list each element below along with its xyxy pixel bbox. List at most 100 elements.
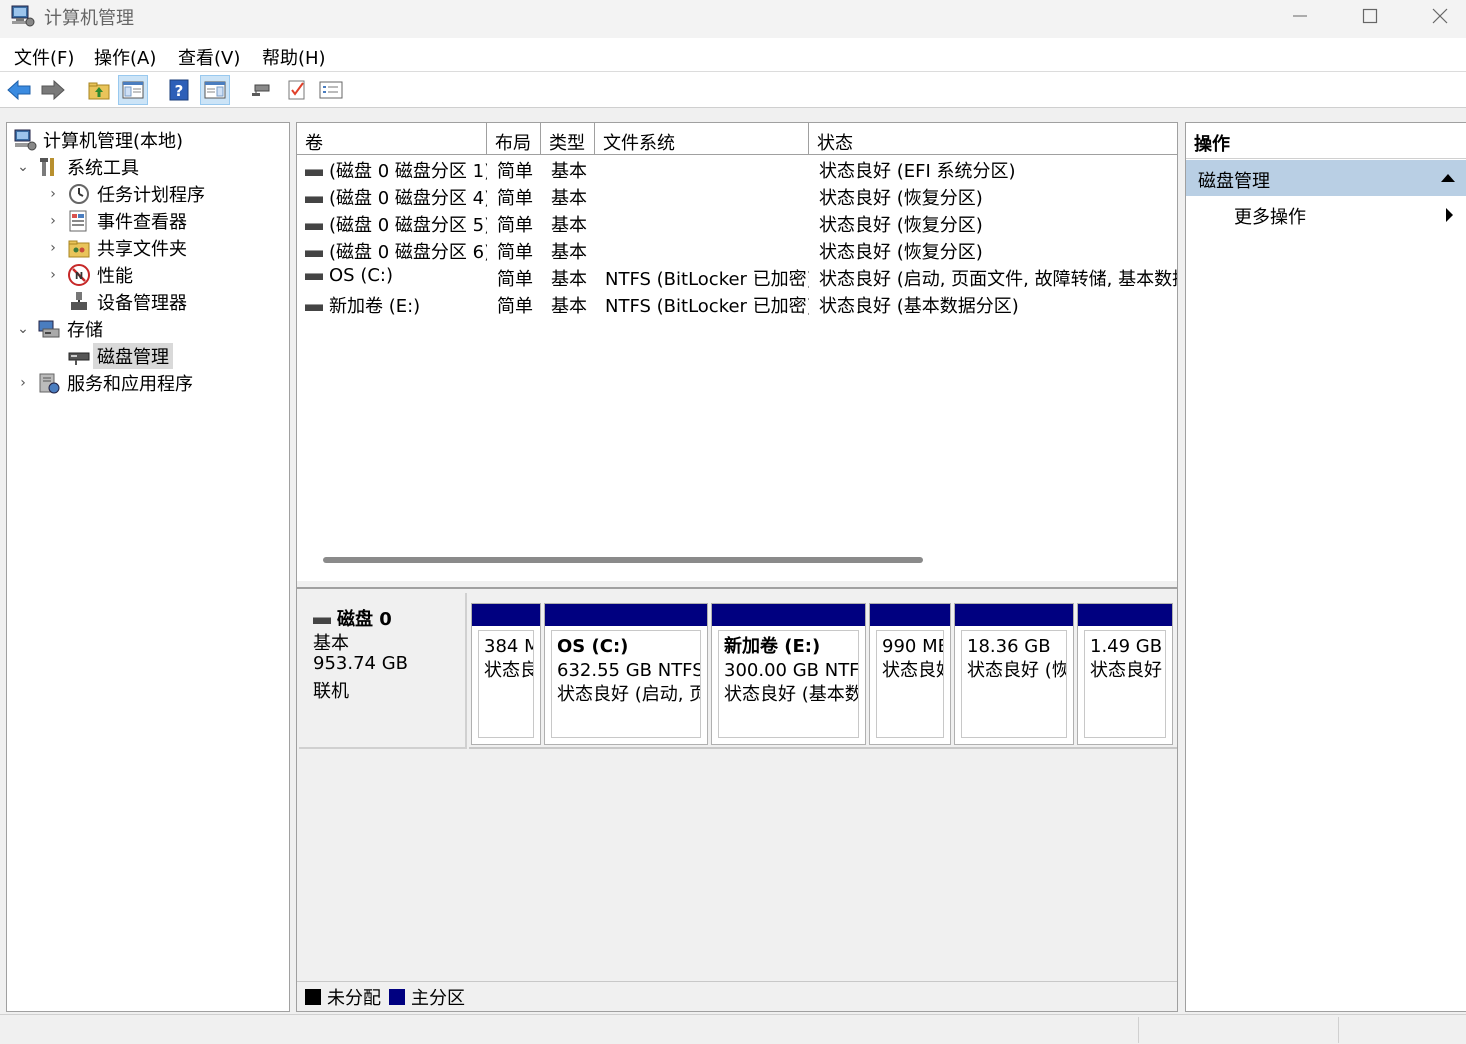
volume-status: 状态良好 (恢复分区) — [819, 242, 983, 263]
menu-help[interactable]: 帮助(H) — [262, 44, 326, 70]
tree-item-computer-management[interactable]: 计算机管理(本地) — [13, 126, 183, 153]
caret-right-icon — [1446, 208, 1453, 222]
column-header-filesystem[interactable]: 文件系统 — [595, 123, 809, 155]
chevron-right-icon[interactable]: › — [45, 240, 61, 256]
actions-pane: 操作 磁盘管理 更多操作 — [1185, 122, 1466, 1012]
properties-check-icon — [288, 80, 305, 100]
more-actions-label: 更多操作 — [1234, 207, 1306, 228]
volume-name: OS (C:) — [329, 265, 393, 286]
more-actions-item[interactable]: 更多操作 — [1186, 199, 1466, 231]
disk-icon — [305, 168, 323, 176]
partition-recovery-3[interactable]: 1.49 GB 状态良好 — [1077, 603, 1173, 745]
volume-type: 基本 — [551, 188, 587, 209]
performance-icon: N — [68, 263, 90, 286]
partition-status: 状态良好 — [484, 660, 533, 681]
partition-recovery-1[interactable]: 990 MB 状态良好 — [869, 603, 951, 745]
minimize-button[interactable] — [1265, 0, 1335, 32]
table-row[interactable]: (磁盘 0 磁盘分区 1) 简单 基本 状态良好 (EFI 系统分区) — [297, 156, 1177, 183]
tree-item-label: 性能 — [97, 265, 133, 287]
partition-size: 18.36 GB — [967, 636, 1051, 657]
table-row[interactable]: (磁盘 0 磁盘分区 6) 简单 基本 状态良好 (恢复分区) — [297, 237, 1177, 264]
disk-info[interactable]: 磁盘 0 基本 953.74 GB 联机 — [299, 593, 467, 749]
close-icon — [1432, 8, 1448, 24]
tree-item-event-viewer[interactable]: › 事件查看器 — [45, 207, 187, 234]
partition-new-volume-e[interactable]: 新加卷 (E:) 300.00 GB NTFS 状态良好 (基本数 — [711, 603, 866, 745]
tree-item-services-apps[interactable]: › 服务和应用程序 — [15, 369, 193, 396]
partition-status: 状态良好 (启动, 页 — [557, 684, 701, 705]
tree-item-task-scheduler[interactable]: › 任务计划程序 — [45, 180, 205, 207]
close-button[interactable] — [1405, 0, 1466, 32]
volume-status: 状态良好 (启动, 页面文件, 故障转储, 基本数据 — [819, 269, 1177, 290]
table-row[interactable]: OS (C:) 简单 基本 NTFS (BitLocker 已加密) 状态良好 … — [297, 264, 1177, 291]
navigation-tree: 计算机管理(本地) ⌄ 系统工具 › 任务计划程序 › 事件查看器 › 共享文件… — [6, 122, 290, 1012]
chevron-right-icon[interactable]: › — [15, 375, 31, 391]
disk-icon — [305, 303, 323, 311]
actions-section-disk-management[interactable]: 磁盘管理 — [1186, 160, 1466, 196]
show-hide-tree-button[interactable] — [118, 75, 148, 105]
chevron-down-icon[interactable]: ⌄ — [15, 321, 31, 337]
volume-type: 基本 — [551, 242, 587, 263]
tree-item-performance[interactable]: › N 性能 — [45, 261, 133, 288]
column-header-volume[interactable]: 卷 — [297, 123, 487, 155]
tree-item-label: 共享文件夹 — [97, 238, 187, 260]
chevron-right-icon[interactable]: › — [45, 267, 61, 283]
caret-up-icon[interactable] — [1441, 174, 1455, 182]
connect-button[interactable] — [246, 75, 276, 105]
chevron-down-icon[interactable]: ⌄ — [15, 159, 31, 175]
table-row[interactable]: (磁盘 0 磁盘分区 5) 简单 基本 状态良好 (恢复分区) — [297, 210, 1177, 237]
up-button[interactable] — [84, 75, 114, 105]
tree-item-disk-management[interactable]: 磁盘管理 — [67, 342, 173, 369]
menu-file[interactable]: 文件(F) — [14, 44, 74, 70]
volume-name: (磁盘 0 磁盘分区 4) — [329, 188, 487, 209]
properties-button[interactable] — [282, 75, 312, 105]
menu-view[interactable]: 查看(V) — [178, 44, 240, 70]
volume-name: (磁盘 0 磁盘分区 1) — [329, 161, 487, 182]
partition-legend: 未分配 主分区 — [297, 981, 1177, 1011]
volume-type: 基本 — [551, 296, 587, 317]
horizontal-scrollbar[interactable] — [323, 557, 923, 563]
disk-name: 磁盘 0 — [337, 609, 392, 630]
svg-text:N: N — [75, 271, 83, 282]
partition-status: 状态良好 (恢 — [967, 660, 1067, 681]
actions-header: 操作 — [1186, 123, 1466, 159]
volume-type: 基本 — [551, 161, 587, 182]
menu-action[interactable]: 操作(A) — [94, 44, 156, 70]
title-bar: 计算机管理 — [0, 0, 1466, 38]
partition-os-c[interactable]: OS (C:) 632.55 GB NTFS ( 状态良好 (启动, 页 — [544, 603, 708, 745]
partition-efi[interactable]: 384 MB 状态良好 — [471, 603, 541, 745]
back-arrow-icon — [7, 79, 31, 101]
maximize-button[interactable] — [1335, 0, 1405, 32]
partition-name: 新加卷 (E:) — [724, 636, 821, 657]
system-tools-icon — [40, 157, 54, 176]
show-hide-action-pane-button[interactable] — [200, 75, 230, 105]
table-row[interactable]: (磁盘 0 磁盘分区 4) 简单 基本 状态良好 (恢复分区) — [297, 183, 1177, 210]
help-icon: ? — [169, 79, 189, 101]
chevron-right-icon[interactable]: › — [45, 213, 61, 229]
help-button[interactable]: ? — [164, 75, 194, 105]
list-view-button[interactable] — [316, 75, 346, 105]
partition-status: 状态良好 — [1090, 660, 1162, 681]
disk-icon — [305, 272, 323, 280]
chevron-right-icon[interactable]: › — [45, 186, 61, 202]
volume-layout: 简单 — [497, 161, 533, 182]
table-row[interactable]: 新加卷 (E:) 简单 基本 NTFS (BitLocker 已加密) 状态良好… — [297, 291, 1177, 318]
tree-item-shared-folders[interactable]: › 共享文件夹 — [45, 234, 187, 261]
tree-item-storage[interactable]: ⌄ 存储 — [15, 315, 103, 342]
pane-splitter[interactable] — [297, 581, 1177, 589]
column-header-status[interactable]: 状态 — [809, 123, 1177, 155]
volume-layout: 简单 — [497, 188, 533, 209]
disk-icon — [313, 616, 331, 624]
volume-type: 基本 — [551, 215, 587, 236]
forward-button[interactable] — [38, 75, 68, 105]
tree-item-label: 磁盘管理 — [93, 342, 173, 369]
partition-name: OS (C:) — [557, 636, 629, 657]
volume-type: 基本 — [551, 269, 587, 290]
column-header-layout[interactable]: 布局 — [487, 123, 541, 155]
tree-item-device-manager[interactable]: 设备管理器 — [67, 288, 187, 315]
tree-item-system-tools[interactable]: ⌄ 系统工具 — [15, 153, 139, 180]
partition-recovery-2[interactable]: 18.36 GB 状态良好 (恢 — [954, 603, 1074, 745]
legend-label-unallocated: 未分配 — [327, 987, 381, 1009]
column-header-type[interactable]: 类型 — [541, 123, 595, 155]
disk-icon — [305, 195, 323, 203]
back-button[interactable] — [4, 75, 34, 105]
